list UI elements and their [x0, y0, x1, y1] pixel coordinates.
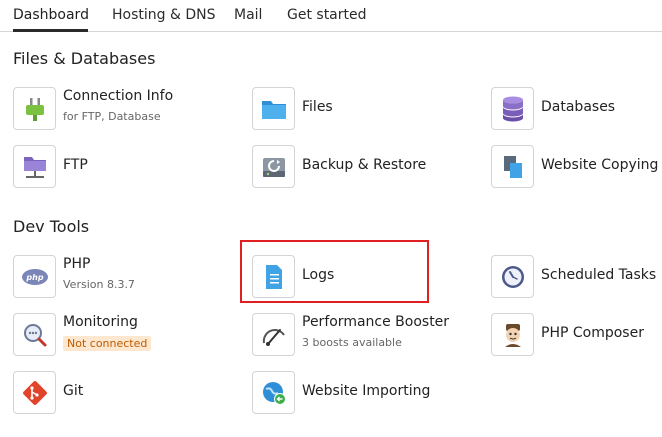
tool-subtext: Version 8.3.7 [63, 278, 135, 291]
active-tab-indicator [13, 29, 88, 32]
tool-label: Website Importing [302, 383, 431, 399]
tool-subtext: 3 boosts available [302, 336, 402, 349]
tab-hosting-dns[interactable]: Hosting & DNS [112, 7, 215, 23]
tool-php[interactable]: php PHP Version 8.3.7 [13, 255, 213, 299]
tool-website-importing[interactable]: Website Importing [252, 371, 452, 415]
tool-label: Connection Info [63, 88, 174, 104]
php-icon: php [13, 255, 56, 298]
tab-mail[interactable]: Mail [234, 7, 262, 23]
folder-icon [252, 87, 295, 130]
highlight-box [240, 240, 429, 303]
tool-php-composer[interactable]: PHP Composer [491, 313, 651, 357]
copy-document-icon [491, 145, 534, 188]
tool-label: FTP [63, 157, 88, 173]
tool-monitoring[interactable]: Monitoring Not connected [13, 313, 213, 357]
tool-website-copying[interactable]: Website Copying [491, 145, 659, 189]
status-badge: Not connected [63, 336, 152, 351]
tool-label: PHP Composer [541, 325, 644, 341]
clock-icon [491, 255, 534, 298]
svg-text:php: php [25, 273, 43, 282]
tool-scheduled-tasks[interactable]: Scheduled Tasks [491, 255, 656, 299]
tool-connection-info[interactable]: Connection Info for FTP, Database [13, 87, 238, 131]
section-title-dev-tools: Dev Tools [13, 217, 90, 236]
tab-dashboard[interactable]: Dashboard [13, 7, 89, 23]
globe-import-icon [252, 371, 295, 414]
tab-get-started[interactable]: Get started [287, 7, 367, 23]
tool-label: Backup & Restore [302, 157, 427, 173]
tool-performance-booster[interactable]: Performance Booster 3 boosts available [252, 313, 452, 357]
tool-label: Monitoring [63, 314, 138, 330]
tool-files[interactable]: Files [252, 87, 452, 131]
top-tab-bar: Dashboard Hosting & DNS Mail Get started [0, 0, 662, 32]
magnifier-icon [13, 313, 56, 356]
git-icon [13, 371, 56, 414]
ftp-folder-icon [13, 145, 56, 188]
tool-subtext: for FTP, Database [63, 110, 161, 123]
tool-label: Files [302, 99, 333, 115]
tool-ftp[interactable]: FTP [13, 145, 213, 189]
tool-label: Git [63, 383, 84, 399]
tool-backup-restore[interactable]: Backup & Restore [252, 145, 452, 189]
tool-databases[interactable]: Databases [491, 87, 651, 131]
gauge-icon [252, 313, 295, 356]
tool-git[interactable]: Git [13, 371, 173, 415]
tool-label: Website Copying [541, 157, 659, 173]
composer-icon [491, 313, 534, 356]
backup-drive-icon [252, 145, 295, 188]
tool-label: Performance Booster [302, 314, 450, 330]
tool-label: PHP [63, 256, 91, 272]
tool-label: Databases [541, 99, 616, 115]
section-title-files-databases: Files & Databases [13, 49, 156, 68]
plug-icon [13, 87, 56, 130]
database-icon [491, 87, 534, 130]
tool-label: Scheduled Tasks [541, 267, 657, 283]
